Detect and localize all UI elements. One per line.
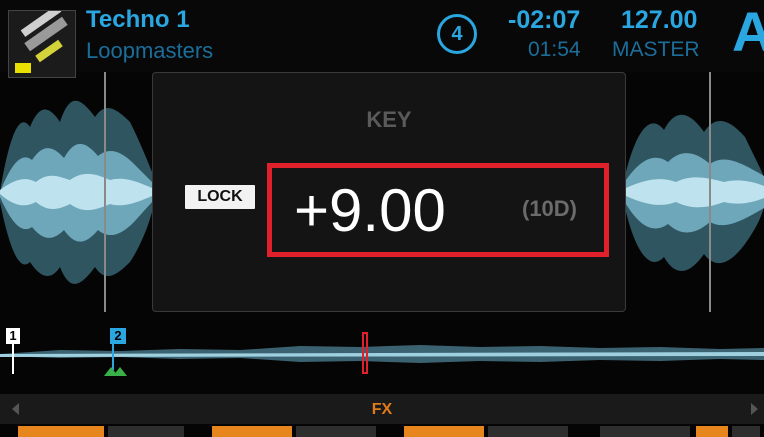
chevron-right-icon[interactable] xyxy=(751,403,758,415)
deck-screen: Techno 1 Loopmasters 4 -02:07 01:54 127.… xyxy=(0,0,764,437)
fx-bar[interactable]: FX xyxy=(0,394,764,424)
load-marker-icon xyxy=(113,367,127,376)
key-value-box[interactable]: +9.00 (10D) xyxy=(267,163,609,257)
fx-slot[interactable] xyxy=(600,426,690,437)
cue-point-1-marker xyxy=(12,344,14,374)
track-overview[interactable]: 1 2 xyxy=(0,320,764,380)
deck-number-badge: 4 xyxy=(437,14,477,54)
fx-label: FX xyxy=(371,401,393,418)
key-overlay-panel: KEY LOCK +9.00 (10D) xyxy=(152,72,626,312)
fx-slot[interactable] xyxy=(404,426,484,437)
track-title: Techno 1 xyxy=(86,6,190,33)
beat-grid-line xyxy=(104,72,106,312)
fx-slot[interactable] xyxy=(296,426,376,437)
fx-slot[interactable] xyxy=(488,426,568,437)
sync-mode: MASTER xyxy=(612,38,700,61)
cue-point-1[interactable]: 1 xyxy=(6,328,20,344)
track-artist: Loopmasters xyxy=(86,38,214,63)
time-remaining: -02:07 xyxy=(508,6,581,34)
fx-slot[interactable] xyxy=(108,426,184,437)
key-shift-value: +9.00 xyxy=(294,177,446,244)
album-cover xyxy=(8,10,76,78)
beat-grid-line xyxy=(709,72,711,312)
deck-header: Techno 1 Loopmasters 4 -02:07 01:54 127.… xyxy=(0,0,764,78)
fx-slot[interactable] xyxy=(696,426,728,437)
key-lock-button[interactable]: LOCK xyxy=(185,185,255,209)
fx-slot[interactable] xyxy=(212,426,292,437)
fx-slot[interactable] xyxy=(18,426,104,437)
deck-letter: A xyxy=(732,0,764,63)
time-elapsed: 01:54 xyxy=(528,38,581,61)
fx-slot[interactable] xyxy=(732,426,760,437)
fx-slots xyxy=(0,426,764,437)
playhead-marker[interactable] xyxy=(362,332,368,374)
key-code: (10D) xyxy=(522,196,578,221)
key-label: KEY xyxy=(366,107,412,132)
tempo-bpm: 127.00 xyxy=(621,6,698,34)
cue-point-2[interactable]: 2 xyxy=(110,328,126,344)
